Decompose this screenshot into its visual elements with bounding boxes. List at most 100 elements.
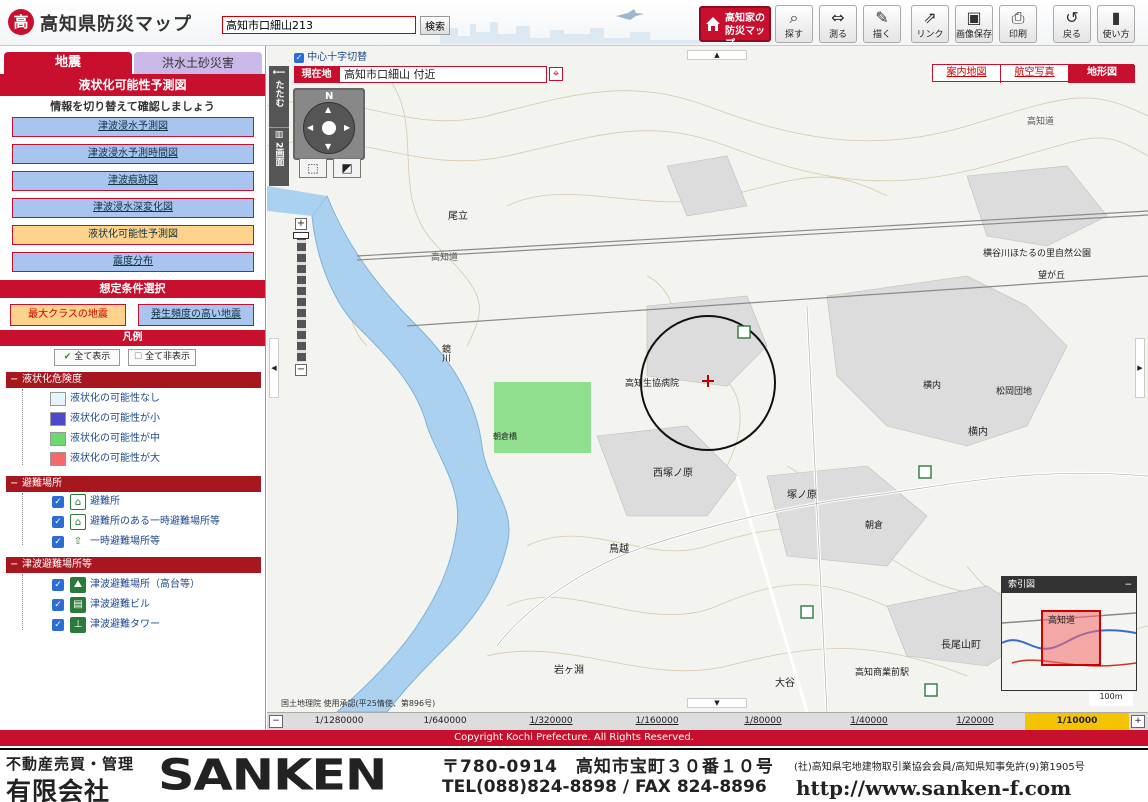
- panel-title: 液状化可能性予測図: [0, 74, 265, 96]
- scale-option[interactable]: 1/40000: [839, 713, 899, 730]
- place-label: 朝倉: [865, 521, 884, 531]
- place-label: 鳥越: [609, 544, 629, 555]
- pan-south-icon[interactable]: ▼: [687, 698, 747, 708]
- house-icon: [706, 17, 720, 31]
- map-button-tsunami-trace[interactable]: 津波痕跡図: [12, 171, 254, 191]
- scale-bar: 100m: [1089, 692, 1133, 706]
- scale-minus-icon[interactable]: −: [269, 715, 283, 728]
- banner-phone: TEL(088)824-8898 / FAX 824-8896: [442, 777, 767, 797]
- legend-group-liquefaction[interactable]: 液状化危険度: [6, 372, 261, 388]
- map-type-aerial[interactable]: 航空写真: [1001, 65, 1069, 83]
- banner-url[interactable]: http://www.sanken-f.com: [796, 776, 1071, 800]
- show-all-button[interactable]: ✔ 全て表示: [54, 349, 120, 366]
- help-icon: ▮: [1111, 8, 1121, 27]
- tool-print-button[interactable]: ⎙ 印刷: [999, 5, 1037, 43]
- liquefaction-mid-area[interactable]: [494, 382, 591, 453]
- bousai-home-button[interactable]: 高知家の 防災マップ: [699, 6, 771, 45]
- tool-search-button[interactable]: ⌕ 探す: [775, 5, 813, 43]
- overview-canvas[interactable]: [1001, 593, 1137, 690]
- pan-left-icon[interactable]: ◀: [307, 123, 313, 132]
- locate-crosshair-icon[interactable]: ⌖: [549, 67, 563, 81]
- scale-option-active[interactable]: 1/10000: [1025, 713, 1129, 730]
- swatch-high: [50, 452, 66, 466]
- zoom-track[interactable]: [297, 232, 306, 362]
- map-button-tsunami-inundation[interactable]: 津波浸水予測図: [12, 117, 254, 137]
- zoom-in-icon[interactable]: +: [295, 218, 307, 230]
- tab-earthquake[interactable]: 地震: [4, 52, 132, 74]
- scale-plus-icon[interactable]: +: [1131, 715, 1145, 728]
- condition-frequent-button[interactable]: 発生頻度の高い地震: [138, 304, 254, 326]
- arrow-left-icon: ⟵: [272, 68, 286, 78]
- legend-group-shelter[interactable]: 避難場所: [6, 476, 261, 492]
- zoom-out-box-icon[interactable]: ◩: [333, 158, 361, 178]
- map-button-tsunami-time[interactable]: 津波浸水予測時間図: [12, 144, 254, 164]
- split-icon: ▥: [274, 130, 284, 140]
- zoom-slider[interactable]: + −: [291, 218, 311, 378]
- zoom-out-icon[interactable]: −: [295, 364, 307, 376]
- pan-down-icon[interactable]: ▼: [325, 142, 331, 151]
- place-label: 高知商業前駅: [855, 668, 910, 678]
- checkbox[interactable]: ✓: [52, 536, 64, 548]
- checkbox[interactable]: ✓: [294, 53, 304, 63]
- split-screen-button[interactable]: ▥ 2画面: [269, 128, 289, 184]
- scale-option[interactable]: 1/20000: [945, 713, 1005, 730]
- map-type-guide[interactable]: 案内地図: [933, 65, 1001, 83]
- map-viewport[interactable]: 尾立 高知道 高知道 横谷川ほたるの里自然公園 望が丘 高知生協病院 横内 松岡…: [267, 46, 1148, 712]
- pan-right-icon[interactable]: ▶: [344, 123, 350, 132]
- overview-map[interactable]: 索引図 − 高知道: [1001, 576, 1137, 691]
- condition-max-class-button[interactable]: 最大クラスの地震: [10, 304, 126, 326]
- zoom-handle[interactable]: [293, 232, 309, 239]
- fold-panel-button[interactable]: ⟵ たたむ: [269, 66, 289, 128]
- checkbox[interactable]: ✓: [52, 619, 64, 631]
- search-input[interactable]: [222, 16, 416, 34]
- map-button-tsunami-depth-change[interactable]: 津波浸水深変化図: [12, 198, 254, 218]
- checkbox[interactable]: ✓: [52, 599, 64, 611]
- scale-option[interactable]: 1/80000: [733, 713, 793, 730]
- checkbox[interactable]: ✓: [52, 496, 64, 508]
- header: 高 高知県防災マップ 検索 高知家の 防災マップ ⌕探す ⇔測る ✎描く ⇗リン…: [0, 0, 1148, 46]
- scale-option[interactable]: 1/1280000: [309, 713, 369, 730]
- minimize-icon[interactable]: −: [1124, 577, 1132, 593]
- place-label: 高知生協病院: [625, 379, 680, 389]
- tsunami-tower-icon: ⊥: [70, 617, 86, 633]
- pan-east-icon[interactable]: ▶: [1135, 338, 1145, 398]
- tool-help-button[interactable]: ▮ 使い方: [1097, 5, 1135, 43]
- shelter-icon: ⌂: [70, 494, 86, 510]
- copyright: Copyright Kochi Prefecture. All Rights R…: [0, 730, 1148, 746]
- pan-pad[interactable]: ▲ ▼ ◀ ▶: [303, 102, 355, 154]
- place-label: 西塚ノ原: [653, 468, 693, 479]
- search-button[interactable]: 検索: [420, 16, 450, 35]
- tool-draw-button[interactable]: ✎ 描く: [863, 5, 901, 43]
- place-label: 高知道: [1027, 117, 1055, 127]
- tool-back-button[interactable]: ↺ 戻る: [1053, 5, 1091, 43]
- pan-north-icon[interactable]: ▲: [687, 50, 747, 60]
- pan-center-button[interactable]: [322, 121, 336, 135]
- tool-measure-button[interactable]: ⇔ 測る: [819, 5, 857, 43]
- map-type-switch: 案内地図 航空写真 地形図: [932, 64, 1135, 83]
- tool-image-save-button[interactable]: ▣ 画像保存: [955, 5, 993, 43]
- pan-up-icon[interactable]: ▲: [325, 105, 331, 114]
- checkbox[interactable]: ✓: [52, 579, 64, 591]
- tsunami-building-icon: ▤: [70, 597, 86, 613]
- place-label: 高知道: [431, 253, 459, 263]
- legend-group-tsunami[interactable]: 津波避難場所等: [6, 557, 261, 573]
- back-icon: ↺: [1065, 8, 1079, 27]
- tab-flood[interactable]: 洪水土砂災害: [134, 52, 262, 74]
- app-title: 高知県防災マップ: [40, 14, 192, 35]
- map-button-seismic-intensity[interactable]: 震度分布: [12, 252, 254, 272]
- place-label: 横内: [923, 381, 942, 391]
- pan-west-icon[interactable]: ◀: [269, 338, 279, 398]
- scale-option[interactable]: 1/640000: [415, 713, 475, 730]
- print-icon: ⎙: [1011, 8, 1025, 27]
- zoom-box-icon[interactable]: ⬚: [299, 158, 327, 178]
- center-cross-toggle[interactable]: ✓ 中心十字切替: [294, 51, 367, 64]
- hide-all-button[interactable]: ☐ 全て非表示: [128, 349, 196, 366]
- map-type-topographic[interactable]: 地形図: [1069, 65, 1135, 83]
- tool-link-button[interactable]: ⇗ リンク: [911, 5, 949, 43]
- skyline-illustration: [440, 9, 700, 44]
- map-button-liquefaction[interactable]: 液状化可能性予測図: [12, 225, 254, 245]
- scale-option[interactable]: 1/160000: [627, 713, 687, 730]
- scale-option[interactable]: 1/320000: [521, 713, 581, 730]
- pan-control[interactable]: N ▲ ▼ ◀ ▶: [293, 88, 365, 160]
- checkbox[interactable]: ✓: [52, 516, 64, 528]
